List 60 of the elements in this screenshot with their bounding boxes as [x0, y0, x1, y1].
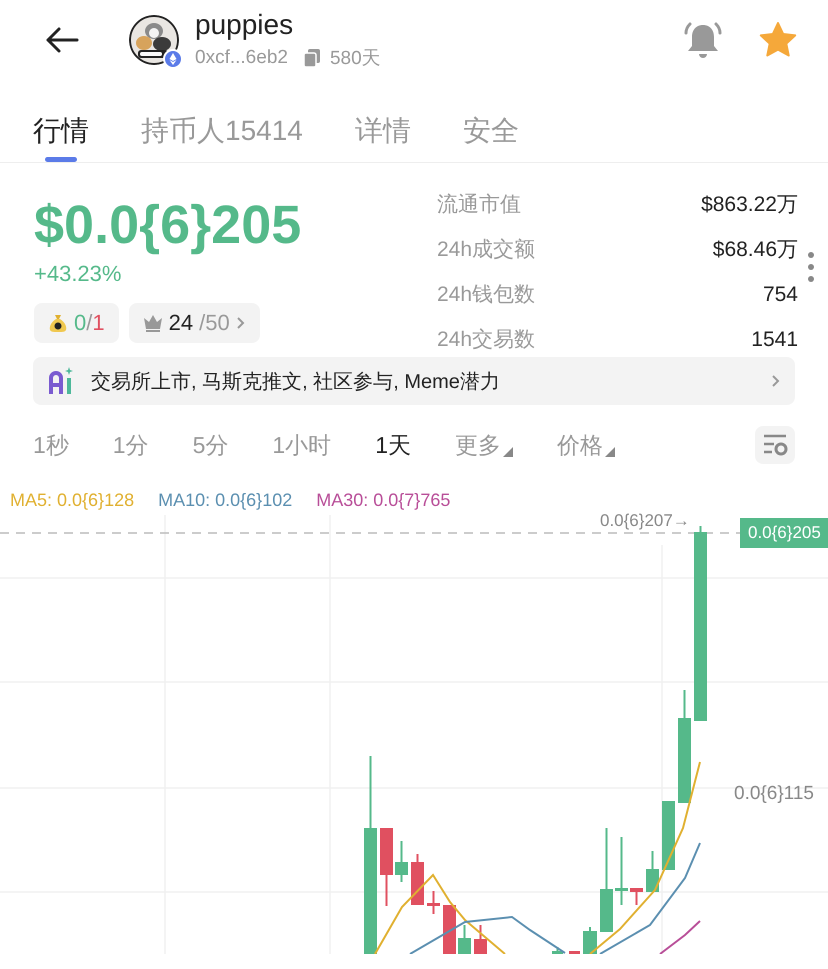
bell-icon[interactable] [684, 20, 722, 60]
falling-candle [630, 888, 643, 905]
rising-candle [615, 837, 628, 905]
ratio-separator: / [86, 310, 92, 335]
stat-value: $68.46万 [712, 237, 798, 263]
money-bag-icon [48, 313, 68, 333]
current-price-tag: 0.0{6}205 [740, 518, 828, 548]
rising-candle [662, 801, 675, 870]
price-change: +43.23% [34, 261, 122, 287]
axis-label: 0.0{6}115 [734, 783, 814, 805]
token-price: $0.0{6}205 [34, 194, 302, 257]
interval-tab[interactable]: 1小时 [272, 430, 332, 460]
falling-candle [427, 891, 440, 914]
interval-tab[interactable]: 1秒 [33, 430, 69, 460]
rising-candle [395, 841, 408, 882]
token-name: puppies [195, 9, 294, 41]
dropdown-triangle-icon [604, 446, 615, 456]
stat-value: 1541 [750, 327, 798, 353]
stat-label: 流通市值 [437, 192, 522, 218]
rising-candle [552, 947, 563, 954]
more-icon[interactable] [808, 251, 814, 283]
moving-average-legend: MA5: 0.0{6}128 [10, 490, 134, 510]
copy-icon[interactable] [304, 49, 320, 67]
token-age: 580天 [330, 47, 381, 71]
stat-label: 24h成交额 [437, 237, 536, 263]
stat-value: $863.22万 [701, 192, 798, 218]
chart-settings-button[interactable] [755, 426, 795, 464]
interval-tab[interactable]: 价格 [556, 430, 615, 460]
settings-icon [762, 433, 788, 457]
interval-tab[interactable]: 1分 [112, 430, 149, 460]
ratio-second: 1 [92, 310, 105, 335]
dropdown-triangle-icon [502, 446, 513, 456]
rising-candle [646, 851, 659, 892]
ai-summary-text: 交易所上市, 马斯克推文, 社区参与, Meme潜力 [91, 370, 501, 394]
interval-tab[interactable]: 5分 [192, 430, 228, 460]
stat-label: 24h钱包数 [437, 282, 536, 308]
ai-summary-bar[interactable]: 交易所上市, 马斯克推文, 社区参与, Meme潜力 [33, 357, 795, 405]
falling-candle [569, 951, 580, 954]
falling-candle [474, 925, 487, 954]
tab[interactable]: 详情 [354, 80, 411, 162]
rising-candle [583, 927, 597, 954]
interval-tab[interactable]: 更多 [454, 430, 513, 460]
tab[interactable]: 行情 [33, 80, 89, 162]
tab[interactable]: 安全 [462, 80, 519, 162]
contract-address: 0xcf...6eb2 [195, 47, 288, 69]
high-price-marker: 0.0{6}207→ [600, 511, 690, 531]
rising-candle [458, 925, 471, 954]
moving-average-legend: MA10: 0.0{6}102 [158, 490, 292, 510]
interval-tab[interactable]: 1天 [375, 430, 411, 460]
ratio-first: 0 [74, 310, 86, 335]
falling-candle [411, 854, 424, 905]
ethereum-icon [163, 49, 183, 69]
falling-candle [443, 905, 456, 954]
stat-value: 754 [762, 282, 798, 308]
rank-badge[interactable]: 24 /50 [128, 303, 260, 343]
back-arrow-icon[interactable] [45, 26, 79, 54]
crown-icon [142, 313, 163, 333]
stat-label: 24h交易数 [437, 327, 536, 353]
tab[interactable]: 持币人15414 [141, 80, 303, 162]
moving-average-legend: MA30: 0.0{7}765 [316, 490, 450, 510]
